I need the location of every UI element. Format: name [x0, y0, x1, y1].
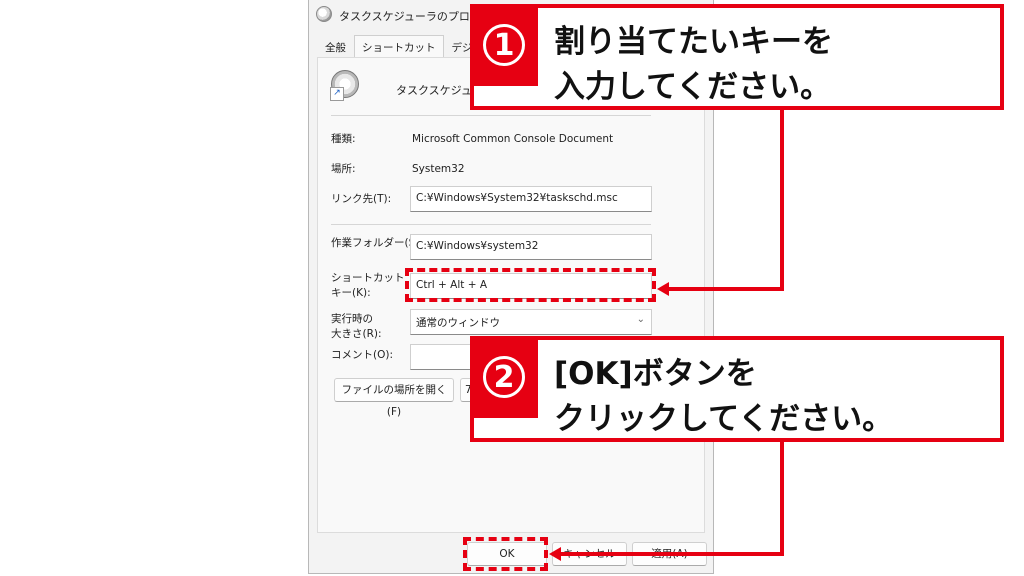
- callout-step-1: 1 割り当てたいキーを 入力してください。: [470, 4, 1004, 110]
- tab-general[interactable]: 全般: [317, 35, 354, 58]
- task-scheduler-icon: [316, 6, 332, 22]
- tab-shortcut[interactable]: ショートカット: [354, 35, 444, 58]
- ok-button-highlight: [463, 537, 548, 571]
- step-1-badge: 1: [470, 4, 538, 86]
- shortcut-app-icon: ↗: [330, 70, 359, 101]
- step-1-line-2: 入力してください。: [554, 69, 832, 105]
- shortcut-key-label-line1: ショートカット: [331, 272, 405, 284]
- location-value: System32: [412, 163, 465, 175]
- step-2-line-2: クリックしてください。: [554, 401, 894, 437]
- shortcut-key-highlight: [405, 268, 656, 302]
- target-label: リンク先(T):: [331, 193, 392, 205]
- shortcut-arrow-icon: ↗: [330, 87, 344, 101]
- step-2-line-1: [OK]ボタンを: [554, 356, 757, 392]
- type-label: 種類:: [331, 133, 356, 145]
- type-value: Microsoft Common Console Document: [412, 133, 614, 145]
- callout-step-2: 2 [OK]ボタンを クリックしてください。: [470, 336, 1004, 442]
- connector-line: [560, 552, 784, 556]
- start-in-input[interactable]: C:¥Windows¥system32: [410, 234, 652, 260]
- open-file-location-button[interactable]: ファイルの場所を開く(F): [334, 378, 454, 418]
- connector-line: [668, 287, 784, 291]
- step-1-line-1: 割り当てたいキーを: [554, 24, 833, 60]
- divider: [331, 115, 651, 116]
- run-select[interactable]: 通常のウィンドウ ⌄: [410, 309, 652, 335]
- run-label-line1: 実行時の: [331, 313, 373, 325]
- arrow-left-icon: [657, 282, 669, 296]
- step-2-badge: 2: [470, 336, 538, 418]
- run-label-line2: 大きさ(R):: [331, 328, 382, 340]
- chevron-down-icon: ⌄: [636, 314, 645, 325]
- location-label: 場所:: [331, 163, 356, 175]
- shortcut-key-label-line2: キー(K):: [331, 287, 371, 299]
- connector-line: [780, 110, 784, 291]
- run-select-value: 通常のウィンドウ: [416, 317, 500, 329]
- divider: [331, 224, 651, 225]
- comment-label: コメント(O):: [331, 349, 393, 361]
- connector-line: [780, 442, 784, 556]
- target-input[interactable]: C:¥Windows¥System32¥taskschd.msc: [410, 186, 652, 212]
- arrow-left-icon: [549, 547, 561, 561]
